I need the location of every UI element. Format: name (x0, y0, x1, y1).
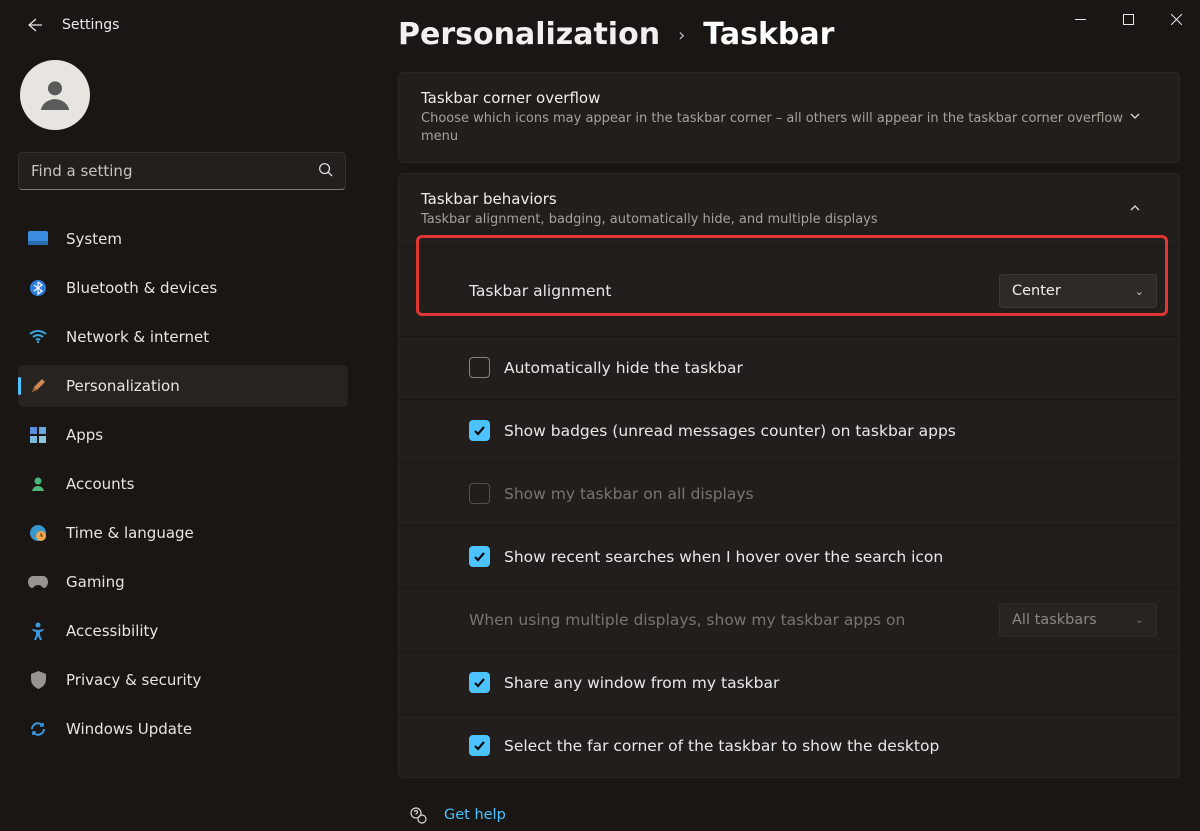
sidebar-item-bluetooth[interactable]: Bluetooth & devices (18, 267, 348, 309)
main-content: Personalization › Taskbar Taskbar corner… (398, 5, 1180, 825)
chevron-up-icon (1129, 202, 1157, 218)
breadcrumb-parent[interactable]: Personalization (398, 17, 660, 52)
setting-label: When using multiple displays, show my ta… (469, 611, 905, 629)
sidebar-item-personalization[interactable]: Personalization (18, 365, 348, 407)
panel-title: Taskbar corner overflow (421, 89, 1129, 107)
bluetooth-icon (28, 278, 48, 298)
setting-label: Select the far corner of the taskbar to … (504, 737, 939, 755)
setting-label: Automatically hide the taskbar (504, 359, 743, 377)
get-help-row[interactable]: Get help (398, 788, 1180, 828)
accessibility-icon (28, 621, 48, 641)
panel-taskbar-behaviors: Taskbar behaviors Taskbar alignment, bad… (398, 173, 1180, 777)
shield-icon (28, 670, 48, 690)
back-button[interactable] (10, 1, 58, 49)
chevron-right-icon: › (678, 25, 685, 46)
person-icon (28, 474, 48, 494)
row-all-displays: Show my taskbar on all displays (399, 462, 1179, 525)
gamepad-icon (28, 572, 48, 592)
search-input[interactable] (31, 162, 333, 180)
apps-icon (28, 425, 48, 445)
sidebar-item-privacy[interactable]: Privacy & security (18, 659, 348, 701)
sidebar-item-label: Accounts (66, 475, 134, 493)
sidebar-item-accessibility[interactable]: Accessibility (18, 610, 348, 652)
sidebar-item-label: Bluetooth & devices (66, 279, 217, 297)
breadcrumb: Personalization › Taskbar (398, 17, 1180, 52)
row-far-corner[interactable]: Select the far corner of the taskbar to … (399, 714, 1179, 777)
dropdown-value: All taskbars (1012, 612, 1097, 628)
help-icon (408, 806, 428, 824)
sidebar-item-gaming[interactable]: Gaming (18, 561, 348, 603)
panel-title: Taskbar behaviors (421, 190, 878, 208)
display-icon (28, 229, 48, 249)
row-share-window[interactable]: Share any window from my taskbar (399, 651, 1179, 714)
checkbox-auto-hide[interactable] (469, 357, 490, 378)
sidebar-item-label: Network & internet (66, 328, 209, 346)
search-icon (318, 162, 333, 181)
sidebar-item-time-language[interactable]: Time & language (18, 512, 348, 554)
setting-label: Show recent searches when I hover over t… (504, 548, 943, 566)
sidebar-item-apps[interactable]: Apps (18, 414, 348, 456)
paintbrush-icon (28, 376, 48, 396)
get-help-link[interactable]: Get help (444, 807, 506, 823)
setting-label: Share any window from my taskbar (504, 674, 779, 692)
sidebar-item-label: Accessibility (66, 622, 158, 640)
sidebar-item-network[interactable]: Network & internet (18, 316, 348, 358)
chevron-down-icon: ⌄ (1135, 285, 1144, 298)
breadcrumb-current: Taskbar (703, 17, 834, 52)
globe-clock-icon (28, 523, 48, 543)
sidebar-item-accounts[interactable]: Accounts (18, 463, 348, 505)
user-avatar[interactable] (20, 60, 90, 130)
checkbox-far-corner[interactable] (469, 735, 490, 756)
sidebar: System Bluetooth & devices Network & int… (18, 60, 348, 757)
row-show-badges[interactable]: Show badges (unread messages counter) on… (399, 399, 1179, 462)
dropdown-multi-display: All taskbars ⌄ (999, 603, 1157, 637)
row-taskbar-alignment: Taskbar alignment Center ⌄ (399, 246, 1179, 336)
dropdown-value: Center (1012, 283, 1061, 299)
sidebar-item-label: Privacy & security (66, 671, 201, 689)
checkbox-recent-searches[interactable] (469, 546, 490, 567)
sidebar-item-label: Gaming (66, 573, 125, 591)
setting-label: Show badges (unread messages counter) on… (504, 422, 956, 440)
checkbox-share-window[interactable] (469, 672, 490, 693)
sidebar-item-label: Time & language (66, 524, 194, 542)
sidebar-item-system[interactable]: System (18, 218, 348, 260)
panel-subtitle: Taskbar alignment, badging, automaticall… (421, 211, 878, 229)
sidebar-item-label: Windows Update (66, 720, 192, 738)
panel-header[interactable]: Taskbar behaviors Taskbar alignment, bad… (399, 174, 1179, 245)
row-auto-hide[interactable]: Automatically hide the taskbar (399, 336, 1179, 399)
nav-list: System Bluetooth & devices Network & int… (18, 218, 348, 757)
checkbox-show-badges[interactable] (469, 420, 490, 441)
sidebar-item-label: Personalization (66, 377, 180, 395)
update-icon (28, 719, 48, 739)
wifi-icon (28, 327, 48, 347)
chevron-down-icon (1129, 110, 1157, 126)
dropdown-taskbar-alignment[interactable]: Center ⌄ (999, 274, 1157, 308)
row-recent-searches[interactable]: Show recent searches when I hover over t… (399, 525, 1179, 588)
app-title: Settings (62, 17, 119, 33)
chevron-down-icon: ⌄ (1135, 613, 1144, 626)
setting-label: Show my taskbar on all displays (504, 485, 754, 503)
checkbox-all-displays (469, 483, 490, 504)
row-multi-display-apps: When using multiple displays, show my ta… (399, 588, 1179, 651)
sidebar-item-label: System (66, 230, 122, 248)
panel-taskbar-corner-overflow[interactable]: Taskbar corner overflow Choose which ico… (398, 72, 1180, 163)
panel-subtitle: Choose which icons may appear in the tas… (421, 110, 1129, 146)
sidebar-item-label: Apps (66, 426, 103, 444)
search-input-wrapper[interactable] (18, 152, 346, 190)
setting-label: Taskbar alignment (469, 282, 611, 300)
sidebar-item-windows-update[interactable]: Windows Update (18, 708, 348, 750)
